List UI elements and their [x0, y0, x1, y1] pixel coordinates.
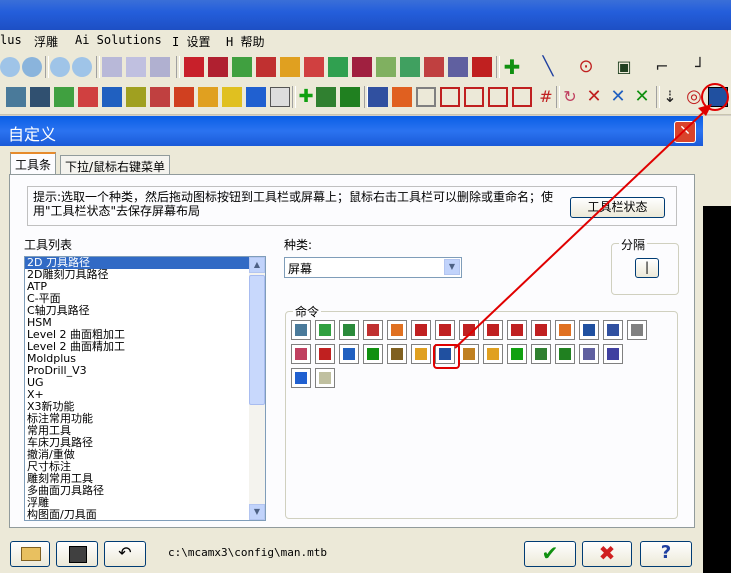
annotation-arrow-line	[454, 107, 709, 349]
annotation-box-command	[433, 344, 460, 369]
annotation-overlay	[433, 83, 729, 369]
